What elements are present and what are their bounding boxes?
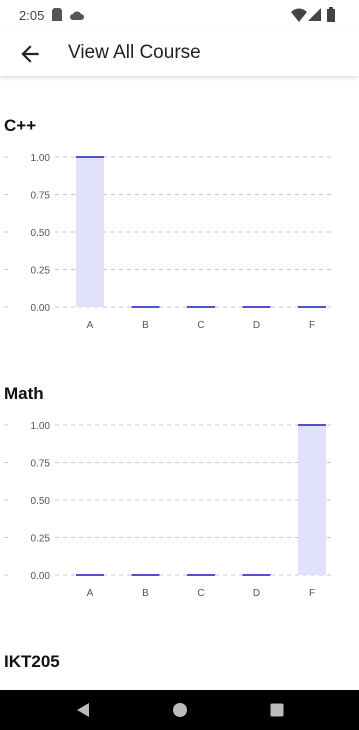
- battery-icon: [327, 7, 335, 22]
- course-title-cpp: C++: [4, 116, 37, 135]
- y-tick-label: 1.00: [31, 421, 51, 432]
- x-category-label: B: [142, 320, 149, 331]
- course-chart-math: 1.00 0.75 0.50 0.25 0.00 A B C D F: [4, 421, 332, 599]
- app-bar: View All Course: [0, 32, 359, 76]
- x-category-label: D: [253, 588, 260, 599]
- y-tick-label: 0.25: [31, 266, 51, 277]
- y-tick-label: 0.75: [31, 459, 51, 470]
- signal-icon: [308, 8, 321, 21]
- course-list[interactable]: C++ 1.00 0.75 0.50 0.25 0.00 A B C D F Math 1.00 0…: [0, 76, 359, 690]
- cloud-icon: [70, 11, 84, 20]
- course-title-math: Math: [4, 384, 44, 403]
- back-triangle-icon[interactable]: [63, 690, 103, 730]
- system-nav-bar: [0, 690, 359, 730]
- x-category-label: F: [309, 320, 315, 331]
- arrow-left-icon[interactable]: [17, 41, 43, 67]
- course-title-ikt205: IKT205: [4, 652, 60, 671]
- y-tick-label: 0.25: [31, 534, 51, 545]
- recents-square-icon[interactable]: [257, 690, 297, 730]
- bar: [76, 157, 104, 307]
- course-chart-cpp: 1.00 0.75 0.50 0.25 0.00 A B C D F: [4, 153, 332, 331]
- status-time: 2:05: [19, 8, 45, 23]
- status-bar: 2:05: [0, 0, 359, 32]
- y-tick-label: 0.50: [31, 496, 51, 507]
- y-tick-label: 0.50: [31, 228, 51, 239]
- y-tick-label: 1.00: [31, 153, 51, 164]
- sim-card-icon: [52, 8, 62, 21]
- y-tick-label: 0.00: [31, 303, 51, 314]
- y-tick-label: 0.00: [31, 571, 51, 582]
- y-tick-label: 0.75: [31, 191, 51, 202]
- bar: [298, 425, 326, 575]
- x-category-label: C: [197, 588, 204, 599]
- x-category-label: B: [142, 588, 149, 599]
- home-circle-icon[interactable]: [160, 690, 200, 730]
- x-category-label: A: [87, 320, 94, 331]
- wifi-icon: [291, 8, 307, 22]
- x-category-label: D: [253, 320, 260, 331]
- course-chart-ikt205: 1.00: [31, 689, 51, 690]
- x-category-label: A: [87, 588, 94, 599]
- x-category-label: C: [197, 320, 204, 331]
- page-title: View All Course: [68, 42, 201, 63]
- x-category-label: F: [309, 588, 315, 599]
